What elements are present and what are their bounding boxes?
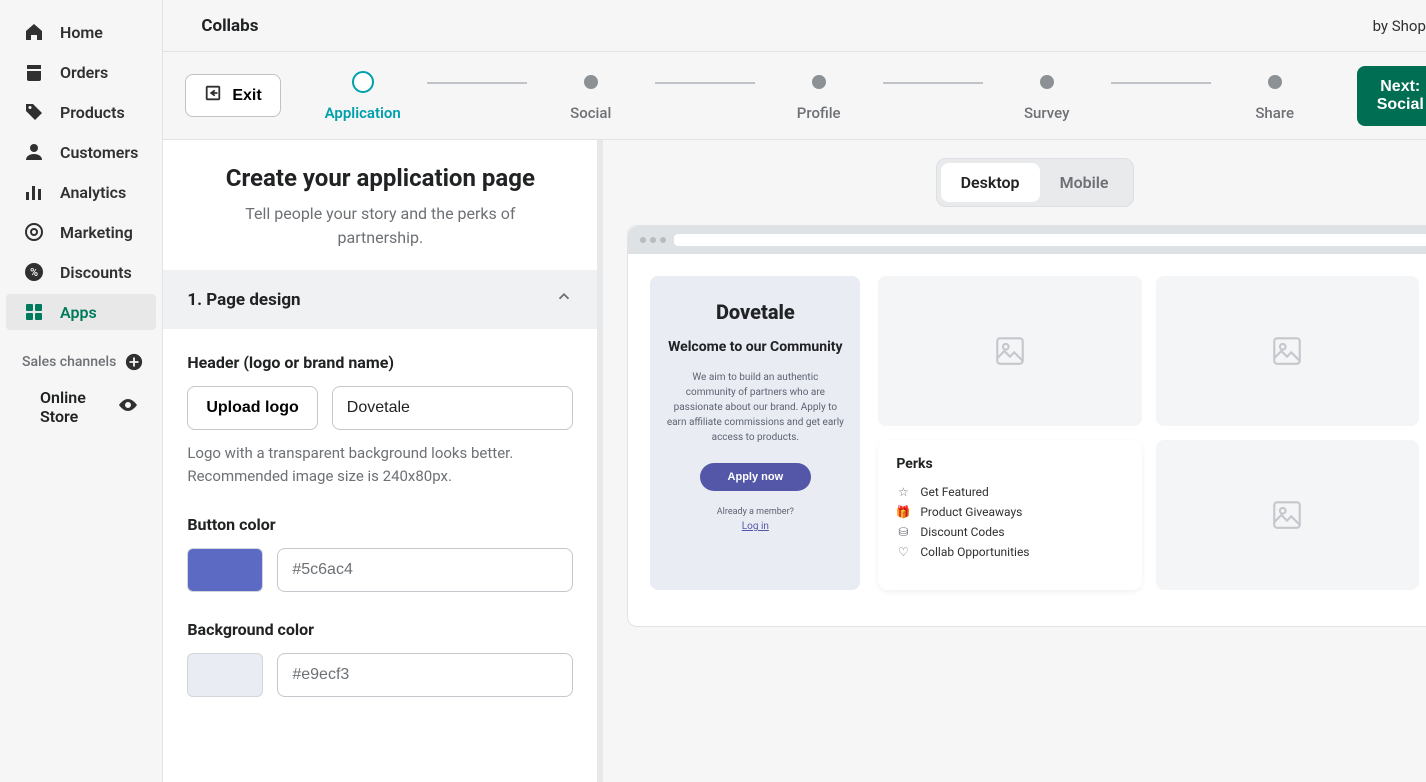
nav-orders[interactable]: Orders: [6, 54, 156, 90]
perk-item: ☆Get Featured: [896, 482, 1123, 502]
hero-title: Dovetale: [716, 300, 795, 324]
eye-icon[interactable]: [118, 395, 138, 419]
sidebar: Home Orders Products Customers Analytics…: [0, 0, 162, 782]
nav-label: Customers: [60, 143, 138, 162]
exit-button[interactable]: Exit: [185, 74, 280, 117]
device-toggle: Desktop Mobile: [936, 158, 1134, 207]
image-placeholder: [878, 276, 1141, 426]
traffic-lights-icon: [640, 237, 666, 243]
login-link[interactable]: Log in: [742, 521, 769, 532]
editor-title: Create your application page: [203, 164, 557, 192]
nav-products[interactable]: Products: [6, 94, 156, 130]
perk-item: 🎁Product Giveaways: [896, 502, 1123, 522]
main: Collabs by Shopify Exit Application: [162, 0, 1426, 782]
image-placeholder: [1156, 440, 1419, 590]
apps-icon: [24, 302, 44, 322]
nav-customers[interactable]: Customers: [6, 134, 156, 170]
nav-label: Marketing: [60, 223, 133, 242]
step-indicator: Application Social Profile: [299, 70, 1339, 122]
step-profile[interactable]: Profile: [755, 70, 883, 122]
chevron-up-icon: [555, 288, 573, 311]
preview-pane: Desktop Mobile Dovetale Welcome to our C…: [603, 140, 1426, 782]
step-application[interactable]: Application: [299, 70, 427, 122]
svg-text:%: %: [30, 266, 38, 279]
logo-help-text: Logo with a transparent background looks…: [187, 442, 573, 487]
brand-name-input[interactable]: [332, 386, 574, 430]
nav-apps[interactable]: Apps: [6, 294, 156, 330]
tag-icon: [24, 102, 44, 122]
nav-label: Products: [60, 103, 125, 122]
nav-label: Home: [60, 23, 103, 42]
sales-channels-header: Sales channels: [0, 334, 162, 380]
header-label: Header (logo or brand name): [187, 353, 573, 372]
next-button[interactable]: Next: Social: [1357, 66, 1426, 126]
member-question: Already a member?: [717, 507, 794, 517]
url-bar: [674, 234, 1426, 246]
upload-logo-button[interactable]: Upload logo: [187, 386, 317, 430]
home-icon: [24, 22, 44, 42]
button-color-label: Button color: [187, 515, 573, 534]
perks-card: Perks ☆Get Featured 🎁Product Giveaways ⛁…: [878, 440, 1141, 590]
app-title: Collabs: [201, 16, 258, 36]
exit-icon: [204, 84, 222, 107]
hero-subtitle: Welcome to our Community: [668, 338, 842, 356]
apply-button[interactable]: Apply now: [700, 463, 812, 491]
star-icon: ☆: [896, 485, 910, 499]
nav-label: Discounts: [60, 263, 132, 282]
nav-label: Analytics: [60, 183, 126, 202]
bg-color-label: Background color: [187, 620, 573, 639]
target-icon: [24, 222, 44, 242]
add-channel-icon[interactable]: [124, 352, 144, 372]
analytics-icon: [24, 182, 44, 202]
image-placeholder: [1156, 276, 1419, 426]
toggle-desktop[interactable]: Desktop: [941, 163, 1040, 202]
nav-home[interactable]: Home: [6, 14, 156, 50]
nav-label: Orders: [60, 63, 108, 82]
step-social[interactable]: Social: [527, 70, 655, 122]
bg-color-swatch[interactable]: [187, 653, 263, 697]
topbar: Collabs by Shopify: [163, 0, 1426, 52]
person-icon: [24, 142, 44, 162]
heart-icon: ♡: [896, 545, 910, 559]
button-color-input[interactable]: [277, 548, 573, 592]
bg-color-input[interactable]: [277, 653, 573, 697]
nav-analytics[interactable]: Analytics: [6, 174, 156, 210]
by-shopify: by Shopify: [1373, 17, 1426, 35]
nav-label: Apps: [60, 303, 97, 322]
button-color-swatch[interactable]: [187, 548, 263, 592]
gift-icon: 🎁: [896, 505, 910, 519]
preview-frame: Dovetale Welcome to our Community We aim…: [627, 225, 1426, 627]
orders-icon: [24, 62, 44, 82]
browser-chrome: [628, 226, 1426, 254]
perks-title: Perks: [896, 456, 1123, 472]
nav-marketing[interactable]: Marketing: [6, 214, 156, 250]
editor-subtitle: Tell people your story and the perks of …: [203, 202, 557, 250]
toggle-mobile[interactable]: Mobile: [1040, 163, 1129, 202]
wizard-bar: Exit Application Social: [163, 52, 1426, 140]
discount-icon: %: [24, 262, 44, 282]
hero-card: Dovetale Welcome to our Community We aim…: [650, 276, 860, 590]
perk-item: ♡Collab Opportunities: [896, 542, 1123, 562]
channel-online-store[interactable]: Online Store: [6, 380, 156, 434]
tag-icon: ⛁: [896, 525, 910, 539]
step-share[interactable]: Share: [1211, 70, 1339, 122]
nav-discounts[interactable]: % Discounts: [6, 254, 156, 290]
step-survey[interactable]: Survey: [983, 70, 1111, 122]
section-page-design[interactable]: 1. Page design: [163, 270, 597, 329]
hero-body: We aim to build an authentic community o…: [666, 370, 844, 445]
perk-item: ⛁Discount Codes: [896, 522, 1123, 542]
editor-pane: Create your application page Tell people…: [163, 140, 603, 782]
